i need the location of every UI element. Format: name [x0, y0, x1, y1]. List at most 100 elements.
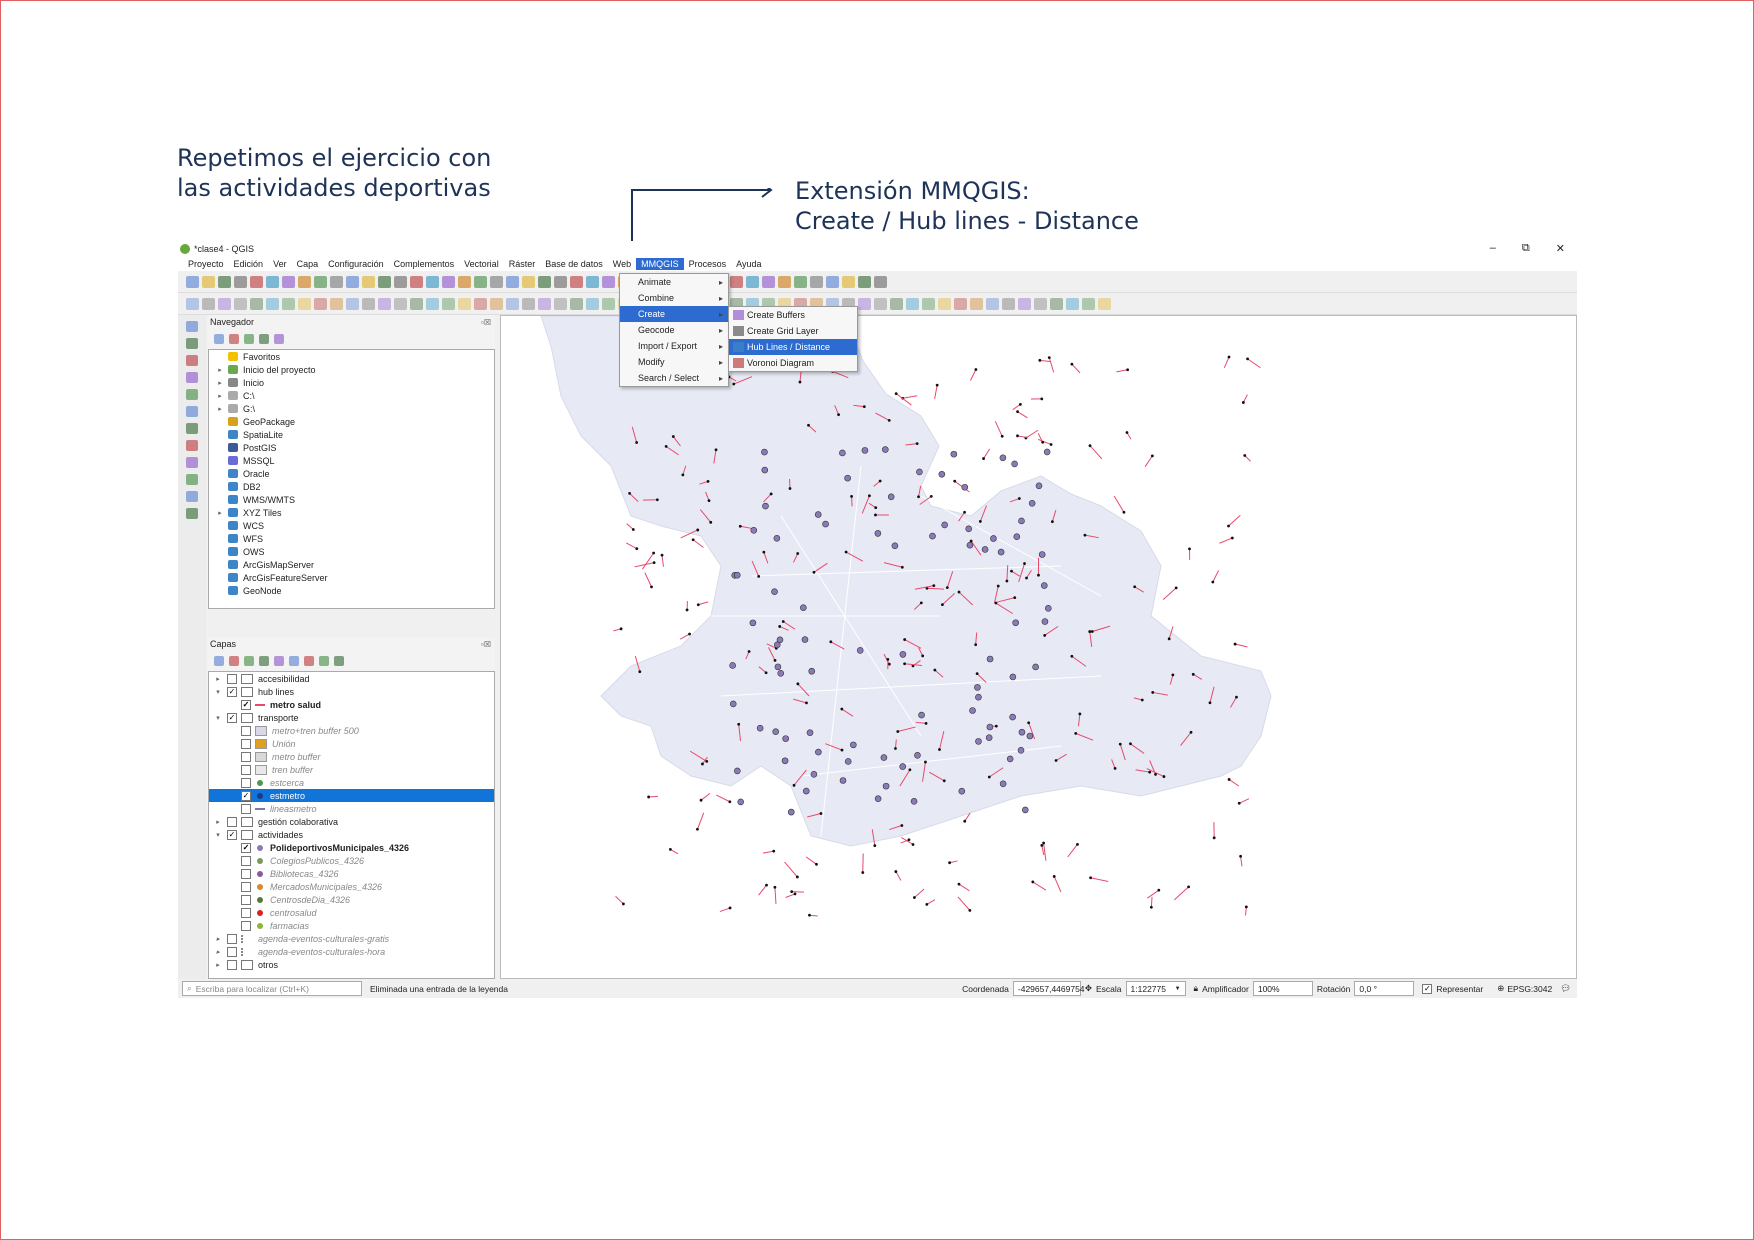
layer-item[interactable]: ✓ metro salud: [209, 698, 494, 711]
mmqgis-menu-item-create[interactable]: Create ▸: [620, 306, 728, 322]
toolbar-tool-icon[interactable]: [234, 297, 247, 310]
navigator-item[interactable]: Favoritos: [209, 350, 494, 363]
add-layer-icon[interactable]: [186, 491, 198, 502]
toolbar-tool-icon[interactable]: [266, 297, 279, 310]
toolbar-tool-icon[interactable]: [986, 297, 999, 310]
layer-item[interactable]: ✓ estmetro: [209, 789, 494, 802]
panel-tool-icon[interactable]: [274, 334, 284, 344]
navigator-item[interactable]: ArcGisMapServer: [209, 558, 494, 571]
navigator-item[interactable]: OWS: [209, 545, 494, 558]
navigator-item[interactable]: GeoPackage: [209, 415, 494, 428]
layer-visibility-checkbox[interactable]: ✓: [227, 829, 237, 840]
toolbar-tool-icon[interactable]: [346, 297, 359, 310]
crs-button[interactable]: EPSG:3042: [1507, 984, 1552, 994]
layer-visibility-checkbox[interactable]: ✓: [227, 686, 237, 697]
expand-arrow-icon[interactable]: ▸: [213, 948, 223, 956]
toolbar-tool-icon[interactable]: [490, 275, 503, 288]
panel-controls-icon[interactable]: ▫☒: [481, 318, 491, 327]
layer-item[interactable]: CentrosdeDia_4326: [209, 893, 494, 906]
mmqgis-menu-item-animate[interactable]: Animate ▸: [620, 274, 728, 290]
layer-item[interactable]: ColegiosPublicos_4326: [209, 854, 494, 867]
panel-tool-icon[interactable]: [304, 656, 314, 666]
layer-item[interactable]: lineasmetro: [209, 802, 494, 815]
panel-tool-icon[interactable]: [319, 656, 329, 666]
layer-visibility-checkbox[interactable]: [227, 673, 237, 684]
navigator-item[interactable]: WCS: [209, 519, 494, 532]
menu-edici-n[interactable]: Edición: [229, 258, 269, 270]
mmqgis-menu-item-combine[interactable]: Combine ▸: [620, 290, 728, 306]
toolbar-tool-icon[interactable]: [298, 275, 311, 288]
add-layer-icon[interactable]: [186, 355, 198, 366]
create-menu-item-voronoi-diagram[interactable]: Voronoi Diagram: [729, 355, 857, 371]
minimize-button[interactable]: –: [1490, 242, 1496, 255]
toolbar-tool-icon[interactable]: [794, 275, 807, 288]
navigator-item[interactable]: ▸ C:\: [209, 389, 494, 402]
expand-arrow-icon[interactable]: ▾: [213, 688, 223, 696]
toolbar-tool-icon[interactable]: [266, 275, 279, 288]
add-layer-icon[interactable]: [186, 372, 198, 383]
locator-search-input[interactable]: ⌕ Escriba para localizar (Ctrl+K): [182, 981, 362, 996]
toolbar-tool-icon[interactable]: [1082, 297, 1095, 310]
toolbar-tool-icon[interactable]: [554, 297, 567, 310]
menu-mmqgis[interactable]: MMQGIS: [636, 257, 684, 270]
toolbar-tool-icon[interactable]: [554, 275, 567, 288]
panel-controls-icon[interactable]: ▫☒: [481, 640, 491, 649]
layer-item[interactable]: ▸ agenda-eventos-culturales-hora: [209, 945, 494, 958]
layer-visibility-checkbox[interactable]: [227, 816, 237, 827]
menu-capa[interactable]: Capa: [292, 258, 324, 270]
toolbar-tool-icon[interactable]: [1018, 297, 1031, 310]
layer-visibility-checkbox[interactable]: ✓: [241, 790, 251, 801]
toolbar-tool-icon[interactable]: [330, 297, 343, 310]
expand-arrow-icon[interactable]: ▸: [215, 405, 225, 413]
add-layer-icon[interactable]: [186, 440, 198, 451]
layer-visibility-checkbox[interactable]: [241, 855, 251, 866]
menu-complementos[interactable]: Complementos: [389, 258, 460, 270]
menu-base-de-datos[interactable]: Base de datos: [540, 258, 608, 270]
menu-procesos[interactable]: Procesos: [684, 258, 732, 270]
toolbar-tool-icon[interactable]: [762, 275, 775, 288]
menu-ayuda[interactable]: Ayuda: [731, 258, 766, 270]
menu-web[interactable]: Web: [608, 258, 636, 270]
panel-tool-icon[interactable]: [259, 334, 269, 344]
toolbar-tool-icon[interactable]: [858, 275, 871, 288]
layer-visibility-checkbox[interactable]: [227, 946, 237, 957]
layer-item[interactable]: Unión: [209, 737, 494, 750]
add-layer-icon[interactable]: [186, 389, 198, 400]
expand-arrow-icon[interactable]: ▸: [215, 509, 225, 517]
toolbar-tool-icon[interactable]: [250, 297, 263, 310]
mmqgis-menu-item-geocode[interactable]: Geocode ▸: [620, 322, 728, 338]
navigator-item[interactable]: ▸ Inicio: [209, 376, 494, 389]
navigator-item[interactable]: MSSQL: [209, 454, 494, 467]
layer-item[interactable]: ▸ otros: [209, 958, 494, 971]
navigator-item[interactable]: PostGIS: [209, 441, 494, 454]
expand-arrow-icon[interactable]: ▸: [213, 675, 223, 683]
toolbar-tool-icon[interactable]: [298, 297, 311, 310]
panel-tool-icon[interactable]: [289, 656, 299, 666]
lock-icon[interactable]: 🔒︎: [1194, 983, 1199, 994]
toolbar-tool-icon[interactable]: [362, 297, 375, 310]
navigator-item[interactable]: ▸ G:\: [209, 402, 494, 415]
add-layer-icon[interactable]: [186, 321, 198, 332]
toolbar-tool-icon[interactable]: [954, 297, 967, 310]
add-layer-icon[interactable]: [186, 406, 198, 417]
panel-tool-icon[interactable]: [214, 334, 224, 344]
toolbar-tool-icon[interactable]: [746, 275, 759, 288]
toolbar-tool-icon[interactable]: [858, 297, 871, 310]
toolbar-tool-icon[interactable]: [826, 275, 839, 288]
layer-visibility-checkbox[interactable]: [241, 803, 251, 814]
toolbar-tool-icon[interactable]: [282, 297, 295, 310]
layer-item[interactable]: ▸ accesibilidad: [209, 672, 494, 685]
rotation-spinbox[interactable]: 0,0 °: [1354, 981, 1415, 996]
add-layer-icon[interactable]: [186, 508, 198, 519]
maximize-button[interactable]: ⧉: [1522, 242, 1530, 255]
layer-item[interactable]: farmacias: [209, 919, 494, 932]
layer-visibility-checkbox[interactable]: [241, 777, 251, 788]
toolbar-tool-icon[interactable]: [218, 297, 231, 310]
add-layer-icon[interactable]: [186, 457, 198, 468]
toolbar-tool-icon[interactable]: [362, 275, 375, 288]
mmqgis-menu-item-modify[interactable]: Modify ▸: [620, 354, 728, 370]
toolbar-tool-icon[interactable]: [394, 275, 407, 288]
toolbar-tool-icon[interactable]: [186, 275, 199, 288]
toolbar-tool-icon[interactable]: [538, 297, 551, 310]
expand-arrow-icon[interactable]: ▾: [213, 831, 223, 839]
